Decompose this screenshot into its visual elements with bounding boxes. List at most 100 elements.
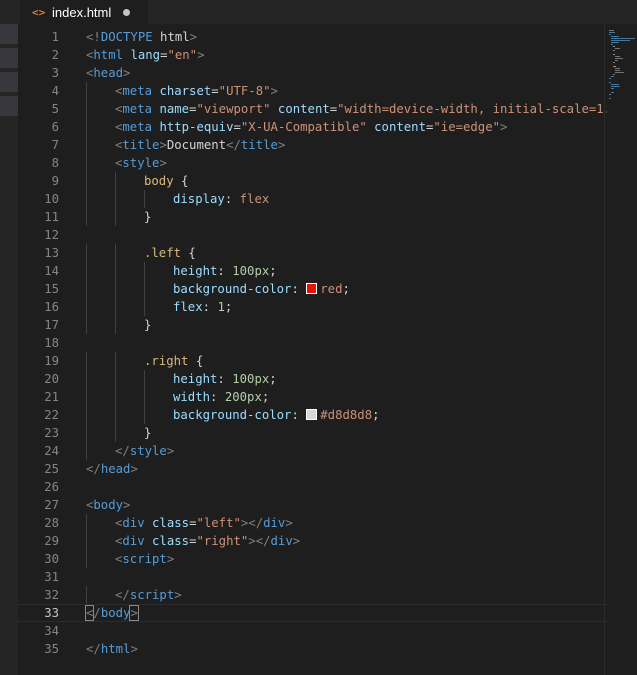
minimap[interactable]: [607, 24, 637, 675]
code-token: flex: [173, 300, 203, 314]
line-number: 17: [44, 318, 59, 332]
code-text: flex: 1;: [173, 298, 232, 316]
minimap-line: [609, 30, 614, 31]
code-token: charset: [159, 84, 212, 98]
code-text: <body>: [86, 496, 130, 514]
activity-item[interactable]: [0, 96, 18, 116]
code-token: ;: [224, 300, 233, 314]
indent-guide: [86, 532, 87, 550]
minimap-line: [613, 54, 615, 55]
code-line[interactable]: 7 <title>Document</title>: [18, 136, 607, 154]
code-line[interactable]: 31: [18, 568, 607, 586]
code-line[interactable]: 6 <meta http-equiv="X-UA-Compatible" cont…: [18, 118, 607, 136]
code-text: <title>Document</title>: [115, 136, 285, 154]
indent-guide: [115, 352, 116, 370]
indent-guide: [86, 370, 87, 388]
code-token: title: [122, 138, 160, 152]
code-line[interactable]: 20 height: 100px;: [18, 370, 607, 388]
line-number: 8: [51, 156, 59, 170]
unsaved-dot-icon[interactable]: [123, 8, 131, 16]
code-token: :: [217, 372, 233, 386]
code-line[interactable]: 25 </head>: [18, 460, 607, 478]
code-token: :: [291, 408, 307, 422]
code-line[interactable]: 19 .right {: [18, 352, 607, 370]
line-number: 26: [44, 480, 59, 494]
code-line[interactable]: 5 <meta name="viewport" content="width=de…: [18, 100, 607, 118]
minimap-line: [611, 42, 619, 43]
indent-guide: [86, 118, 87, 136]
code-token: </: [86, 462, 101, 476]
color-swatch-icon[interactable]: [306, 409, 318, 420]
code-line[interactable]: 22 background-color: #d8d8d8;: [18, 406, 607, 424]
code-token: .right: [144, 354, 189, 368]
line-number: 10: [44, 192, 59, 206]
line-number: 27: [44, 498, 59, 512]
code-token: html: [152, 30, 190, 44]
minimap-line: [611, 38, 635, 39]
code-line[interactable]: 32 </script>: [18, 586, 607, 604]
line-number: 21: [44, 390, 59, 404]
minimap-line: [615, 68, 620, 69]
code-line[interactable]: 16 flex: 1;: [18, 298, 607, 316]
indent-guide: [86, 262, 87, 280]
code-line[interactable]: 33 </body>: [18, 604, 607, 622]
line-number: 7: [51, 138, 59, 152]
code-line[interactable]: 4 <meta charset="UTF-8">: [18, 82, 607, 100]
code-token: div: [122, 516, 145, 530]
minimap-line: [613, 46, 615, 47]
code-line[interactable]: 15 background-color: red;: [18, 280, 607, 298]
code-token: </: [115, 444, 130, 458]
code-token: script: [122, 552, 167, 566]
code-line[interactable]: 9 body {: [18, 172, 607, 190]
code-line[interactable]: 13 .left {: [18, 244, 607, 262]
indent-guide: [86, 550, 87, 568]
code-token: lang: [130, 48, 161, 62]
code-token: html: [93, 48, 124, 62]
indent-guide: [86, 136, 87, 154]
indent-guide: [86, 172, 87, 190]
code-line[interactable]: 10 display: flex: [18, 190, 607, 208]
code-line[interactable]: 27 <body>: [18, 496, 607, 514]
code-token: http-equiv: [159, 120, 234, 134]
code-line[interactable]: 26: [18, 478, 607, 496]
code-line[interactable]: 1 <!DOCTYPE html>: [18, 28, 607, 46]
code-line[interactable]: 35 </html>: [18, 640, 607, 658]
code-token: :: [202, 300, 218, 314]
code-token: >: [277, 138, 286, 152]
code-line[interactable]: 23}: [18, 424, 607, 442]
minimap-line: [613, 62, 615, 63]
code-line[interactable]: 30 <script>: [18, 550, 607, 568]
code-line[interactable]: 11}: [18, 208, 607, 226]
code-editor[interactable]: 1 <!DOCTYPE html> 2 <html lang="en"> 3 <head>…: [18, 24, 607, 675]
code-line[interactable]: 14 height: 100px;: [18, 262, 607, 280]
activity-item[interactable]: [0, 72, 18, 92]
tab-index-html[interactable]: <> index.html: [20, 0, 148, 24]
code-line[interactable]: 17}: [18, 316, 607, 334]
indent-guide: [86, 190, 87, 208]
code-line[interactable]: 12: [18, 226, 607, 244]
code-token: content: [277, 102, 330, 116]
code-line[interactable]: 29 <div class="right"></div>: [18, 532, 607, 550]
code-line[interactable]: 8 <style>: [18, 154, 607, 172]
code-line[interactable]: 34: [18, 622, 607, 640]
code-text: <div class="right"></div>: [115, 532, 300, 550]
code-token: >: [159, 138, 167, 152]
minimap-line: [611, 84, 619, 85]
color-swatch-icon[interactable]: [306, 283, 318, 294]
code-line[interactable]: 3 <head>: [18, 64, 607, 82]
code-text: .left {: [144, 244, 196, 262]
activity-item[interactable]: [0, 48, 18, 68]
code-token: ;: [372, 408, 380, 422]
indent-guide: [86, 298, 87, 316]
code-text: background-color: #d8d8d8;: [173, 406, 380, 424]
code-line[interactable]: 21 width: 200px;: [18, 388, 607, 406]
code-text: }: [144, 424, 151, 442]
indent-guide: [86, 82, 87, 100]
code-line[interactable]: 18: [18, 334, 607, 352]
code-line[interactable]: 28 <div class="left"></div>: [18, 514, 607, 532]
code-line[interactable]: 2 <html lang="en">: [18, 46, 607, 64]
editor-tab-bar: <> index.html: [18, 0, 637, 24]
indent-guide: [86, 406, 87, 424]
code-line[interactable]: 24 </style>: [18, 442, 607, 460]
activity-item[interactable]: [0, 24, 18, 44]
